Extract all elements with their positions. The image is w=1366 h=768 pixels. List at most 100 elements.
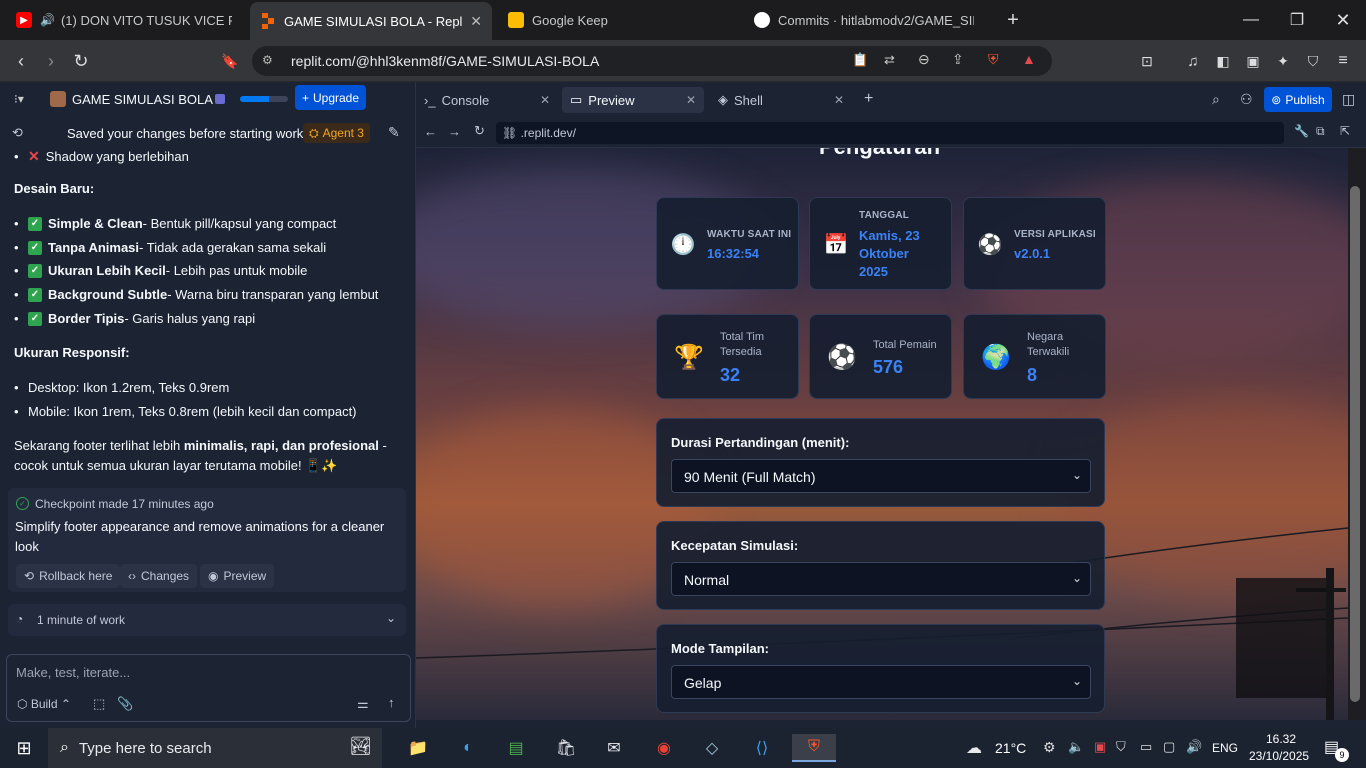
- close-icon[interactable]: ✕: [686, 93, 696, 107]
- vpn-icon[interactable]: ⛉: [1300, 49, 1326, 73]
- chat-input[interactable]: Make, test, iterate... ⬡ Build ⌃ ⬚ 📎 ⚌ ↑: [6, 654, 411, 722]
- language-indicator[interactable]: ENG: [1212, 741, 1238, 755]
- new-tab-icon[interactable]: +: [990, 0, 1036, 40]
- wallet-icon[interactable]: ▣: [1240, 49, 1266, 73]
- preview-url-input[interactable]: ⛓ .replit.dev/: [496, 122, 1284, 144]
- browser-tab-keep[interactable]: Google Keep: [498, 4, 734, 36]
- preview-reload-icon[interactable]: ↻: [474, 123, 485, 139]
- store-icon[interactable]: 🛍: [552, 734, 580, 762]
- close-icon[interactable]: ✕: [540, 93, 550, 107]
- project-name[interactable]: GAME SIMULASI BOLA: [72, 92, 213, 107]
- site-info-icon[interactable]: ⚙: [262, 53, 273, 67]
- sidebar-icon[interactable]: ◧: [1210, 49, 1236, 73]
- publish-button[interactable]: ⊚ Publish: [1264, 87, 1332, 112]
- mail-icon[interactable]: ✉: [600, 734, 628, 762]
- cast-icon[interactable]: ⇄: [884, 52, 895, 68]
- chat-summary-line: cocok untuk semua ukuran layar terutama …: [14, 458, 338, 473]
- clipboard-icon[interactable]: 📋: [852, 52, 868, 68]
- tab-title: (1) DON VITO TUSUK VICE PRESID: [60, 12, 232, 28]
- tray-icon[interactable]: ⚙: [1043, 739, 1056, 756]
- layout-icon[interactable]: ◫: [1342, 91, 1355, 108]
- close-icon[interactable]: ✕: [834, 93, 844, 107]
- volume-tray-icon[interactable]: 🔈: [1068, 739, 1084, 755]
- clock-date[interactable]: 23/10/2025: [1249, 749, 1309, 763]
- chevron-down-icon: ⌄: [1071, 674, 1082, 688]
- devtools-icon[interactable]: 🔧: [1294, 124, 1309, 138]
- chevron-down-icon[interactable]: ⌄: [386, 611, 396, 625]
- browser-tab-youtube[interactable]: ▶ 🔊 (1) DON VITO TUSUK VICE PRESID: [6, 4, 242, 36]
- checkpoint-title: Checkpoint made 17 minutes ago: [35, 497, 214, 511]
- leo-icon[interactable]: ✦: [1270, 49, 1296, 73]
- work-summary[interactable]: ◔ 1 minute of work ⌄: [8, 604, 406, 636]
- upgrade-button[interactable]: + Upgrade: [295, 85, 366, 110]
- url-bar[interactable]: ⚙ replit.com/@hhl3kenm8f/GAME-SIMULASI-B…: [252, 46, 1052, 76]
- stat-label: Total Pemain: [873, 339, 937, 351]
- browser-tab-replit[interactable]: GAME SIMULASI BOLA - Replit ✕: [250, 2, 492, 40]
- preview-back-icon[interactable]: ←: [424, 124, 437, 139]
- share-icon[interactable]: ⇪: [952, 51, 964, 68]
- chrome-icon[interactable]: ◉: [650, 734, 678, 762]
- vscode-icon[interactable]: ⟨⟩: [748, 734, 776, 762]
- send-icon[interactable]: ↑: [388, 695, 395, 710]
- duration-select[interactable]: 90 Menit (Full Match) ⌄: [671, 459, 1091, 493]
- security-tray-icon[interactable]: ⛉: [1116, 739, 1126, 755]
- new-chat-icon[interactable]: ✎: [388, 124, 400, 141]
- menu-icon[interactable]: ≡: [1330, 49, 1356, 73]
- network-tray-icon[interactable]: ▭: [1140, 739, 1152, 755]
- taskbar-search[interactable]: ⌕ Type here to search 🏞: [48, 728, 382, 768]
- edge-icon[interactable]: ◐: [454, 734, 482, 762]
- scrollbar-thumb[interactable]: [1350, 186, 1360, 702]
- close-window-icon[interactable]: ✕: [1320, 0, 1366, 40]
- responsive-icon[interactable]: ⧉: [1316, 124, 1325, 139]
- music-icon[interactable]: ♫: [1180, 49, 1206, 73]
- project-header: ⁝▾ GAME SIMULASI BOLA + Upgrade: [0, 82, 416, 118]
- build-mode-button[interactable]: ⬡ Build ⌃: [17, 697, 71, 711]
- reload-icon[interactable]: ↻: [68, 49, 94, 73]
- card-value: Oktober: [859, 246, 909, 261]
- open-new-tab-icon[interactable]: ⇱: [1340, 124, 1350, 138]
- minimize-icon[interactable]: —: [1228, 0, 1274, 40]
- zoom-icon[interactable]: ⊖: [918, 51, 930, 68]
- brave-rewards-icon[interactable]: ▲: [1022, 51, 1036, 67]
- search-icon[interactable]: ⌕: [1212, 91, 1220, 108]
- tab-shell[interactable]: ◈ Shell ✕: [710, 87, 852, 113]
- back-icon[interactable]: ‹: [8, 49, 34, 73]
- add-tab-icon[interactable]: +: [864, 90, 873, 108]
- bookmark-icon[interactable]: 🔖: [217, 49, 243, 73]
- history-icon[interactable]: ⟲: [12, 125, 23, 141]
- reader-icon[interactable]: ⊡: [1134, 49, 1160, 73]
- weather-temp[interactable]: 21°C: [995, 740, 1026, 756]
- url-text[interactable]: replit.com/@hhl3kenm8f/GAME-SIMULASI-BOL…: [291, 53, 599, 69]
- tab-console[interactable]: ›_ Console ✕: [416, 87, 558, 113]
- speaker-tray-icon[interactable]: 🔊: [1186, 739, 1202, 755]
- brave-shield-icon[interactable]: ⛨: [988, 51, 999, 68]
- select-icon[interactable]: ⬚: [93, 696, 105, 712]
- terminal-icon[interactable]: ◇: [698, 734, 726, 762]
- preview-forward-icon[interactable]: →: [448, 124, 461, 139]
- checkpoint-preview-button[interactable]: ◉ Preview: [200, 564, 275, 588]
- check-mark-icon: ✓: [28, 216, 42, 231]
- speed-select[interactable]: Normal ⌄: [671, 562, 1091, 596]
- console-icon: ›_: [424, 92, 436, 108]
- browser-tab-github[interactable]: Commits · hitlabmodv2/GAME_SIMU: [744, 4, 984, 36]
- amd-tray-icon[interactable]: ▣: [1094, 739, 1106, 755]
- invite-icon[interactable]: ⚇: [1240, 91, 1253, 108]
- windows-start-icon[interactable]: ⊞: [10, 734, 38, 762]
- tab-label: Shell: [734, 92, 763, 108]
- rollback-button[interactable]: ⟲ Rollback here: [16, 564, 121, 588]
- restore-icon[interactable]: ❐: [1274, 0, 1320, 40]
- forward-icon[interactable]: ›: [38, 49, 64, 73]
- chat-input-placeholder[interactable]: Make, test, iterate...: [16, 665, 130, 680]
- changes-button[interactable]: ‹› Changes: [120, 564, 198, 588]
- display-tray-icon[interactable]: ▢: [1163, 739, 1175, 755]
- replit-menu-icon[interactable]: ⁝▾: [14, 92, 24, 106]
- brave-taskbar-icon[interactable]: ⛨: [792, 734, 836, 762]
- settings-sliders-icon[interactable]: ⚌: [357, 696, 369, 712]
- file-explorer-icon[interactable]: 📁: [404, 734, 432, 762]
- attach-icon[interactable]: 📎: [117, 696, 133, 712]
- calculator-icon[interactable]: ▤: [502, 734, 530, 762]
- display-mode-select[interactable]: Gelap ⌄: [671, 665, 1091, 699]
- clock-time[interactable]: 16.32: [1266, 732, 1296, 746]
- tab-preview[interactable]: ▭ Preview ✕: [562, 87, 704, 113]
- close-tab-icon[interactable]: ✕: [470, 13, 482, 30]
